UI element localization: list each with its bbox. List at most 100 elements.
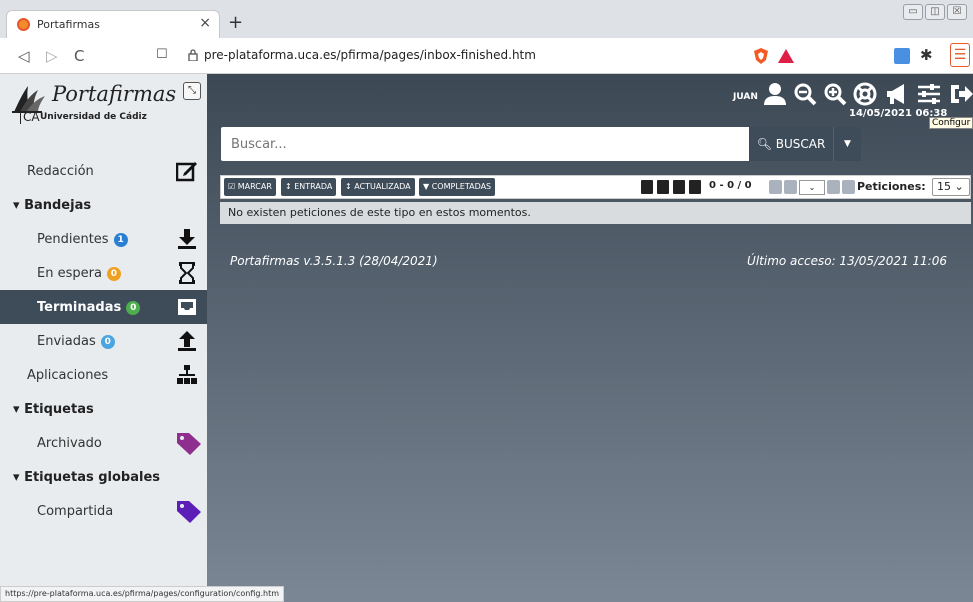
search-icon: 🔍︎ — [756, 137, 776, 151]
sidebar-section-label: Bandejas — [24, 198, 92, 213]
minimize-button[interactable]: ▭ — [903, 4, 923, 20]
new-tab-button[interactable]: + — [228, 12, 243, 33]
csv-export-icon[interactable] — [673, 180, 685, 194]
sidebar-item-terminadas[interactable]: Terminadas 0 — [0, 290, 207, 324]
next-page-icon[interactable] — [827, 180, 840, 194]
app-version: Portafirmas v.3.5.1.3 (28/04/2021) — [230, 254, 438, 268]
sidebar-item-label: Archivado — [37, 436, 102, 451]
brand-ca: CA — [20, 110, 40, 124]
window-controls: ▭ ◫ ☒ — [903, 4, 967, 20]
count-badge: 0 — [106, 267, 121, 281]
zoom-in-icon[interactable] — [823, 82, 847, 106]
sidebar-item-aplicaciones[interactable]: Aplicaciones — [0, 358, 207, 392]
sort-actualizada-button[interactable]: ↕ ACTUALIZADA — [341, 178, 415, 196]
forward-icon[interactable]: ▷ — [46, 47, 58, 65]
address-bar[interactable]: pre-plataforma.uca.es/pfirma/pages/inbox… — [178, 43, 938, 69]
page-size-value: 15 — [937, 180, 951, 193]
settings-sliders-icon[interactable] — [917, 82, 941, 106]
sidebar-item-en-espera[interactable]: En espera 0 — [0, 256, 207, 290]
sidebar-item-label: Aplicaciones — [27, 368, 109, 383]
browser-tab[interactable]: Portafirmas × — [6, 10, 220, 38]
translate-icon[interactable] — [894, 48, 910, 64]
marcar-button[interactable]: ☑ MARCAR — [224, 178, 276, 196]
empty-message: No existen peticiones de este tipo en es… — [220, 202, 971, 224]
main-panel: JUAN 14/05/2021 06:38 Configur 🔍︎ BUSCAR… — [207, 74, 973, 602]
extensions-icon[interactable]: ✱ — [920, 46, 933, 64]
lock-icon — [188, 49, 198, 61]
hourglass-icon — [179, 262, 195, 284]
filter-completadas-button[interactable]: ▼ COMPLETADAS — [419, 178, 496, 196]
sidebar-section-etiquetas[interactable]: ▾ Etiquetas — [0, 392, 207, 426]
completadas-label: COMPLETADAS — [431, 182, 492, 191]
sidebar-item-enviadas[interactable]: Enviadas 0 — [0, 324, 207, 358]
sidebar-item-label: Redacción — [27, 164, 94, 179]
sidebar-section-bandejas[interactable]: ▾ Bandejas — [0, 188, 207, 222]
caret-down-icon: ▾ — [13, 402, 25, 417]
sidebar-section-label: Etiquetas — [24, 402, 94, 417]
sidebar: Portafirmas CA Universidad de Cádiz ⤡ Re… — [0, 74, 207, 602]
collapse-sidebar-button[interactable]: ⤡ — [183, 82, 201, 100]
pdf-export-icon[interactable] — [657, 180, 669, 194]
close-window-button[interactable]: ☒ — [947, 4, 967, 20]
sidebar-item-label: Compartida — [37, 504, 114, 519]
sidebar-item-archivado[interactable]: Archivado — [0, 426, 207, 460]
reload-icon[interactable]: C — [74, 47, 84, 65]
tab-close-icon[interactable]: × — [199, 15, 211, 31]
sidebar-item-label: En espera — [37, 266, 102, 281]
megaphone-icon[interactable] — [885, 82, 909, 106]
excel-export-icon[interactable] — [641, 180, 653, 194]
marcar-label: MARCAR — [237, 182, 272, 191]
search-input[interactable] — [221, 127, 749, 161]
sidebar-item-redaccion[interactable]: Redacción — [0, 154, 207, 188]
back-icon[interactable]: ◁ — [18, 47, 30, 65]
sidebar-item-label: Pendientes — [37, 232, 109, 247]
tag-icon — [177, 433, 201, 455]
xml-export-icon[interactable] — [689, 180, 701, 194]
logout-icon[interactable] — [949, 82, 973, 106]
browser-status-bar: https://pre-plataforma.uca.es/pfirma/pag… — [0, 586, 284, 602]
browser-toolbar: ◁ ▷ C ☐ pre-plataforma.uca.es/pfirma/pag… — [0, 38, 973, 74]
user-icon[interactable] — [763, 82, 787, 106]
help-lifebuoy-icon[interactable] — [853, 82, 877, 106]
sidebar-item-label: Terminadas — [37, 300, 122, 315]
search-bar: 🔍︎ BUSCAR ▼ — [221, 127, 861, 161]
brave-rewards-icon[interactable] — [778, 49, 794, 63]
caret-down-icon: ▾ — [13, 470, 25, 485]
brave-shield-icon[interactable] — [754, 48, 768, 64]
tag-icon — [177, 501, 201, 523]
count-badge: 1 — [113, 233, 128, 247]
page-select[interactable]: ⌄ — [799, 180, 825, 195]
search-button-label: BUSCAR — [775, 137, 826, 151]
sidebar-section-etiquetas-globales[interactable]: ▾ Etiquetas globales — [0, 460, 207, 494]
sidebar-item-label: Enviadas — [37, 334, 96, 349]
tab-title: Portafirmas — [37, 18, 100, 31]
first-page-icon[interactable] — [769, 180, 782, 194]
browser-menu-icon[interactable]: ☰ — [950, 43, 970, 67]
user-name: JUAN — [733, 92, 758, 102]
count-badge: 0 — [100, 335, 115, 349]
configuration-tooltip: Configur — [929, 117, 973, 129]
download-icon — [178, 229, 196, 249]
sitemap-icon — [177, 365, 197, 384]
action-bar: ☑ MARCAR ↕ ENTRADA ↕ ACTUALIZADA ▼ COMPL… — [220, 175, 971, 199]
sort-entrada-button[interactable]: ↕ ENTRADA — [281, 178, 337, 196]
portafirmas-favicon-icon — [17, 18, 30, 31]
zoom-out-icon[interactable] — [793, 82, 817, 106]
app: Portafirmas CA Universidad de Cádiz ⤡ Re… — [0, 74, 973, 602]
page-size-select[interactable]: 15 ⌄ — [932, 178, 970, 196]
results-count: 0 - 0 / 0 — [709, 180, 752, 191]
sidebar-section-label: Etiquetas globales — [24, 470, 161, 485]
last-page-icon[interactable] — [842, 180, 855, 194]
brand: Portafirmas CA Universidad de Cádiz ⤡ — [0, 74, 207, 148]
actualizada-label: ACTUALIZADA — [354, 182, 411, 191]
page-size-label: Peticiones: — [857, 180, 926, 193]
search-button[interactable]: 🔍︎ BUSCAR — [749, 127, 833, 161]
sidebar-item-compartida[interactable]: Compartida — [0, 494, 207, 528]
bookmark-icon[interactable]: ☐ — [156, 47, 168, 62]
prev-page-icon[interactable] — [784, 180, 797, 194]
sidebar-item-pendientes[interactable]: Pendientes 1 — [0, 222, 207, 256]
maximize-button[interactable]: ◫ — [925, 4, 945, 20]
search-dropdown-caret-icon[interactable]: ▼ — [833, 127, 861, 161]
brand-university: Universidad de Cádiz — [40, 112, 147, 122]
inbox-icon — [178, 299, 196, 315]
